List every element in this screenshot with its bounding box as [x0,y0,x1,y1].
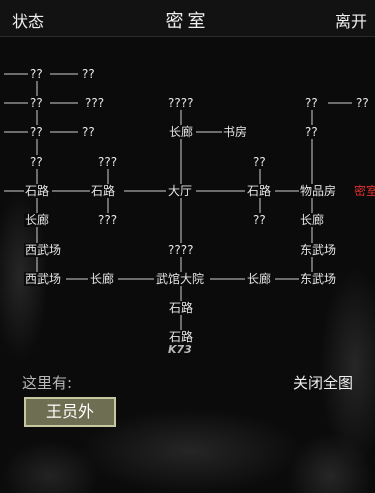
map-node-unknown[interactable]: ??? [84,96,106,110]
map-node-east-arena[interactable]: 东武场 [299,272,338,286]
map-node-stone-path[interactable]: 石路 [168,301,195,315]
map-node-unknown[interactable]: ?? [355,96,370,110]
map-node-west-arena[interactable]: 西武场 [24,272,63,286]
map-node-corridor[interactable]: 长廊 [299,213,326,227]
map-node-unknown[interactable]: ?? [29,125,44,139]
map-node-unknown[interactable]: ?? [29,96,44,110]
map-node-unknown[interactable]: ???? [167,96,195,110]
map-node-west-arena[interactable]: 西武场 [24,243,63,257]
npc-button[interactable]: 王员外 [24,397,116,427]
map-node-unknown[interactable]: ?? [81,125,96,139]
map-node-stone-path[interactable]: 石路 [24,184,51,198]
map-node-corridor[interactable]: 长廊 [168,125,195,139]
map-node-stone-path[interactable]: 石路 [168,330,195,344]
map-node-stone-path[interactable]: 石路 [90,184,117,198]
map-node-corridor[interactable]: 长廊 [89,272,116,286]
map-node-unknown[interactable]: ?? [252,155,267,169]
map-node-corridor[interactable]: 长廊 [246,272,273,286]
map-node-unknown[interactable]: ?? [304,96,319,110]
map-node-unknown[interactable]: ???? [167,243,195,257]
map-node-storage-room[interactable]: 物品房 [299,184,338,198]
map-node-unknown[interactable]: ?? [81,67,96,81]
map-node-corridor[interactable]: 长廊 [24,213,51,227]
watermark-logo: K73 [168,343,192,356]
map-node-secret-room-current[interactable]: 密室 [353,184,375,198]
map-node-unknown[interactable]: ?? [29,67,44,81]
here-label: 这里有: [22,374,73,392]
map-node-study[interactable]: 书房 [222,125,249,139]
map-node-unknown[interactable]: ?? [29,155,44,169]
close-map-button[interactable]: 关闭全图 [293,372,353,393]
map-node-unknown[interactable]: ?? [252,213,267,227]
map-node-east-arena[interactable]: 东武场 [299,243,338,257]
map-node-stone-path[interactable]: 石路 [246,184,273,198]
map-node-martial-courtyard[interactable]: 武馆大院 [155,272,206,286]
map-node-unknown[interactable]: ?? [304,125,319,139]
map-node-unknown[interactable]: ??? [97,155,119,169]
map-node-hall[interactable]: 大厅 [167,184,194,198]
map-node-unknown[interactable]: ??? [97,213,119,227]
